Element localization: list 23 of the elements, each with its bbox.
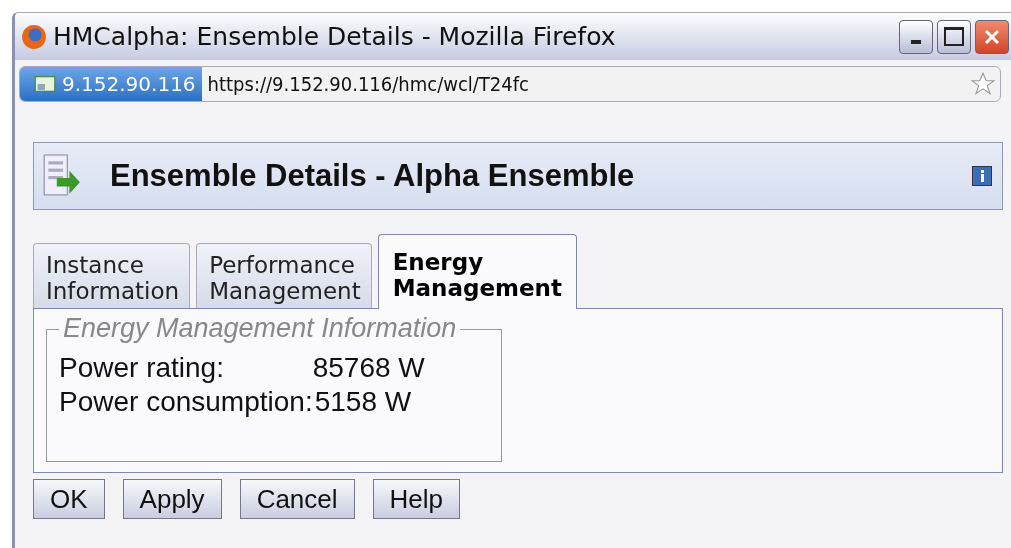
url-text: https://9.152.90.116/hmc/wcl/T24fc — [207, 72, 530, 96]
dialog-button[interactable]: OK — [33, 479, 105, 519]
field-value: 85768 W — [312, 352, 425, 384]
close-button[interactable] — [975, 19, 1009, 54]
dialog-button[interactable]: Cancel — [239, 479, 355, 519]
tab[interactable]: Energy Management — [377, 234, 577, 309]
tab[interactable]: Performance Management — [196, 243, 372, 308]
tab[interactable]: Instance Information — [33, 243, 191, 308]
field-value: 5158 W — [313, 386, 413, 418]
address-bar[interactable]: 9.152.90.116 https://9.152.90.116/hmc/wcl/T24fc — [19, 66, 1001, 102]
field-label: Power rating: — [59, 352, 225, 384]
dialog-button[interactable]: Apply — [122, 479, 222, 519]
window-title: HMCalpha: Ensemble Details - Mozilla Firefox — [53, 22, 617, 51]
maximize-button[interactable] — [937, 19, 971, 54]
dialog-button[interactable]: Help — [372, 479, 461, 519]
star-icon[interactable] — [970, 71, 996, 97]
server-icon — [34, 74, 56, 94]
globe-icon — [21, 23, 47, 50]
field-label: Power consumption: — [59, 386, 313, 418]
page-title: Ensemble Details - Alpha Ensemble — [110, 158, 636, 194]
info-icon[interactable] — [972, 166, 992, 186]
minimize-button[interactable] — [899, 19, 933, 54]
site-identity-button[interactable]: 9.152.90.116 — [20, 67, 202, 101]
